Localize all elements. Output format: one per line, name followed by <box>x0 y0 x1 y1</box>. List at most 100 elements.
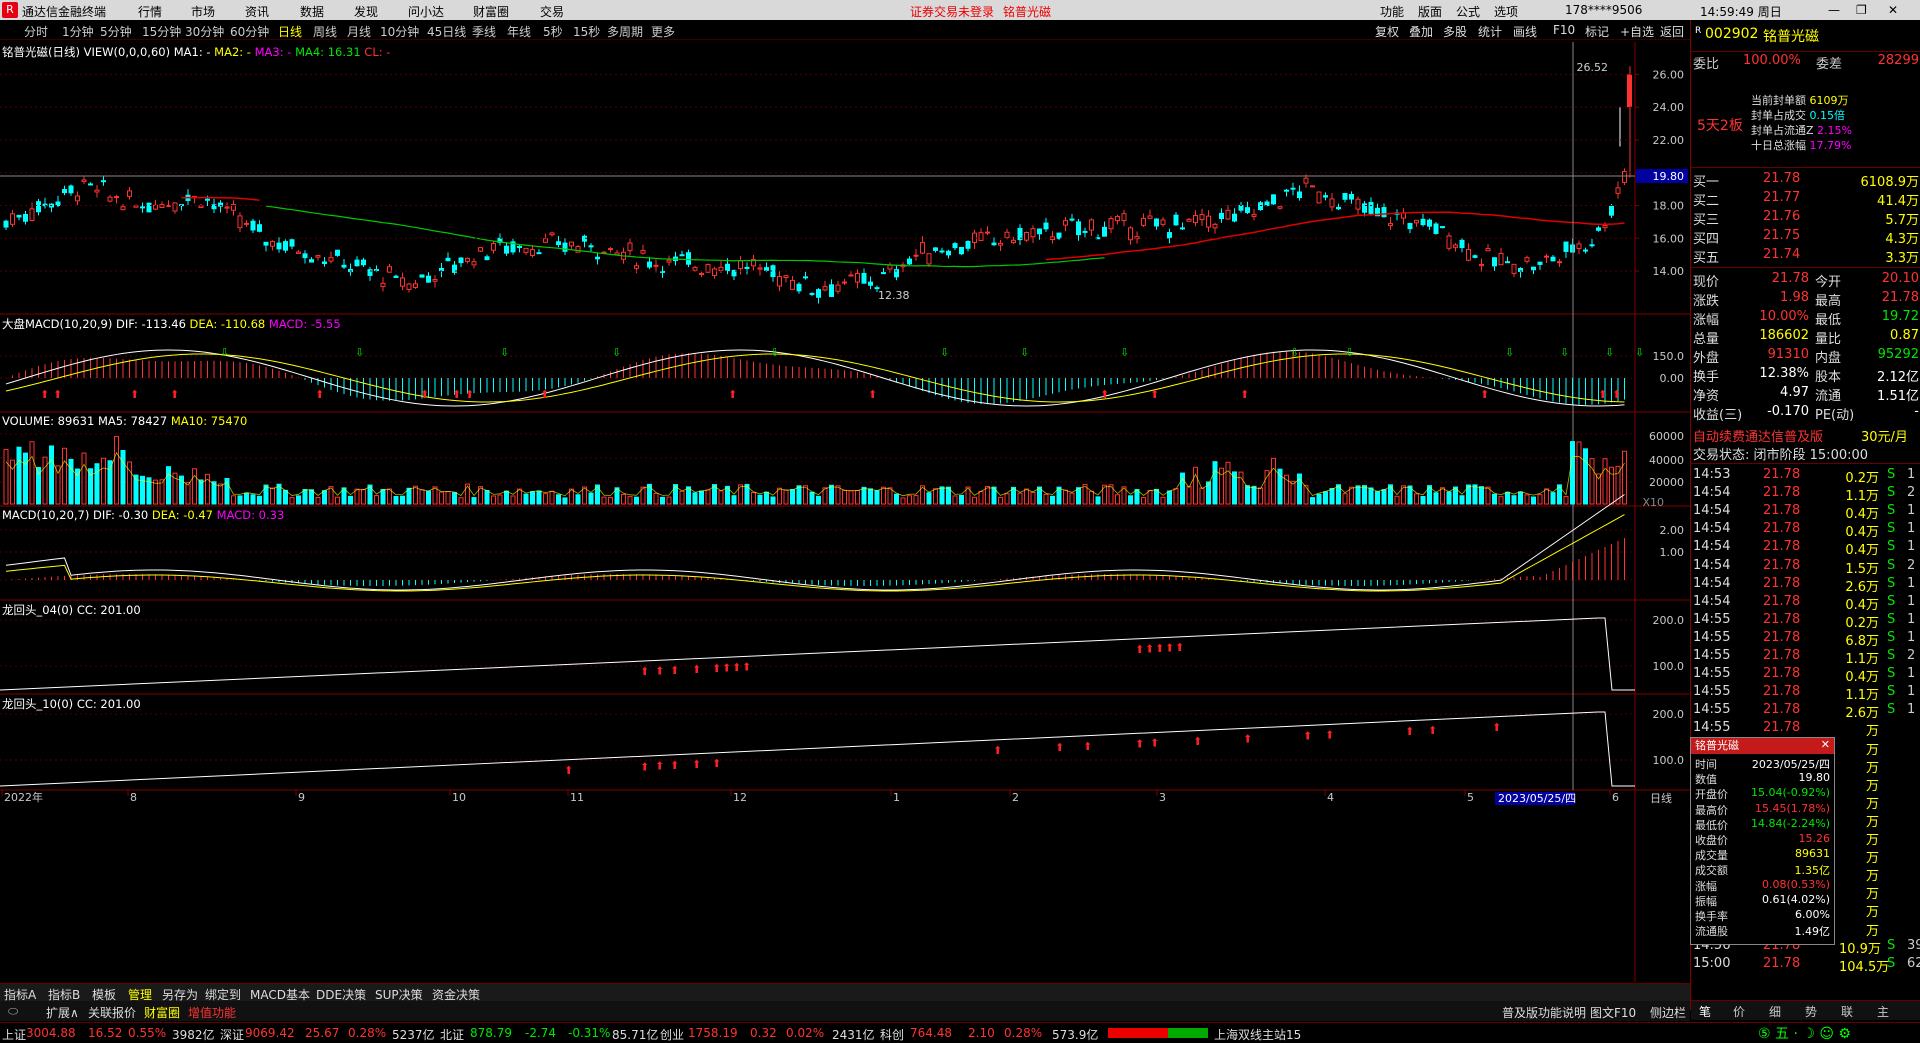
period-1[interactable]: 1分钟 <box>62 23 94 40</box>
toolbar-stats[interactable]: 统计 <box>1478 23 1502 40</box>
sh-label[interactable]: 上证 <box>2 1026 26 1043</box>
period-4[interactable]: 30分钟 <box>185 23 224 40</box>
minimize-icon[interactable]: — <box>1828 3 1840 17</box>
menu-discover[interactable]: 发现 <box>354 3 378 20</box>
cy-label[interactable]: 创业 <box>660 1026 684 1043</box>
toolbar-fuquan[interactable]: 复权 <box>1375 23 1399 40</box>
toolbar-add-fav[interactable]: +自选 <box>1620 23 1654 40</box>
candle-body <box>1407 223 1413 230</box>
sell-arrow-icon: ⇩ <box>1290 346 1299 359</box>
bz-label[interactable]: 北证 <box>440 1026 464 1043</box>
tab-trend[interactable]: 势 <box>1805 1003 1817 1020</box>
buy-arrow-icon: ⬆ <box>1135 737 1144 750</box>
menu-quote[interactable]: 行情 <box>138 3 162 20</box>
toolbar-draw[interactable]: 画线 <box>1513 23 1537 40</box>
menu-market[interactable]: 市场 <box>191 3 215 20</box>
tab-expand[interactable]: 扩展∧ <box>46 1004 79 1021</box>
account-id[interactable]: 178****9506 <box>1565 3 1642 17</box>
period-15[interactable]: 多周期 <box>607 23 643 40</box>
period-13[interactable]: 5秒 <box>543 23 563 40</box>
link-f10[interactable]: 图文F10 <box>1590 1004 1636 1021</box>
candle-body <box>1193 215 1198 224</box>
menu-data[interactable]: 数据 <box>300 3 324 20</box>
link-sidebar[interactable]: 侧边栏 <box>1650 1004 1686 1021</box>
bid-row[interactable]: 买四 21.75 4.3万 <box>1691 227 1920 247</box>
tab-main[interactable]: 主 <box>1877 1003 1889 1020</box>
bid-row[interactable]: 买一 21.78 6108.9万 <box>1691 170 1920 190</box>
period-9[interactable]: 10分钟 <box>380 23 419 40</box>
volume-bar <box>3 448 9 505</box>
period-0[interactable]: 分时 <box>24 23 48 40</box>
toolbar-multi[interactable]: 多股 <box>1443 23 1467 40</box>
period-10[interactable]: 45日线 <box>427 23 466 40</box>
volume-bar <box>900 497 906 505</box>
bid-row[interactable]: 买三 21.76 5.7万 <box>1691 208 1920 228</box>
promo-row[interactable]: 自动续费通达信普及版 30元/月 <box>1691 425 1920 445</box>
tab-price[interactable]: 价 <box>1733 1003 1745 1020</box>
tab-value-added[interactable]: 增值功能 <box>188 1004 236 1021</box>
kc-label[interactable]: 科创 <box>880 1026 904 1043</box>
wubi-icon[interactable]: ⑤ 五 · ☽ ☺ ⚙ <box>1758 1023 1851 1043</box>
tooltip-close-icon[interactable]: ✕ <box>1821 738 1830 751</box>
period-8[interactable]: 月线 <box>347 23 371 40</box>
menu-layout[interactable]: 版面 <box>1418 3 1442 20</box>
tab-related-quote[interactable]: 关联报价 <box>88 1004 136 1021</box>
tab-detail[interactable]: 细 <box>1769 1003 1781 1020</box>
close-icon[interactable]: ✕ <box>1888 3 1898 17</box>
candle-body <box>1316 191 1322 204</box>
date-label: 3 <box>1159 791 1166 804</box>
menu-formula[interactable]: 公式 <box>1456 3 1480 20</box>
server-label[interactable]: 上海双线主站15 <box>1214 1026 1301 1043</box>
sz-pct: 0.28% <box>348 1026 387 1040</box>
toolbar-overlay[interactable]: 叠加 <box>1409 23 1433 40</box>
stat-row: 收益(三) -0.170 PE(动) - <box>1691 403 1920 423</box>
volume-bar <box>94 463 100 505</box>
tab-trades[interactable]: 笔 <box>1699 1003 1711 1020</box>
candle-body <box>1063 220 1068 226</box>
link-feature-desc[interactable]: 普及版功能说明 <box>1502 1004 1586 1021</box>
candle-body <box>1102 226 1107 237</box>
candle-body <box>1024 232 1029 241</box>
chart-area[interactable]: 26.00 24.00 22.00 18.00 16.00 14.00 19.80 26.52… <box>0 42 1690 982</box>
volume-bar <box>393 495 399 505</box>
sz-label[interactable]: 深证 <box>220 1026 244 1043</box>
tooltip-row: 振幅 0.61(4.02%) <box>1691 893 1834 908</box>
maximize-icon[interactable]: ❐ <box>1856 3 1867 17</box>
period-7[interactable]: 周线 <box>313 23 337 40</box>
period-3[interactable]: 15分钟 <box>142 23 181 40</box>
menu-ask[interactable]: 问小达 <box>408 3 444 20</box>
toggle-icon[interactable]: ⬭ <box>8 1004 18 1019</box>
bid-row[interactable]: 买五 21.74 3.3万 <box>1691 246 1920 266</box>
tab-wealth-circle[interactable]: 财富圈 <box>144 1004 180 1021</box>
menu-function[interactable]: 功能 <box>1380 3 1404 20</box>
period-16[interactable]: 更多 <box>651 23 675 40</box>
period-14[interactable]: 15秒 <box>573 23 600 40</box>
volume-bar <box>387 488 392 505</box>
menu-wealth[interactable]: 财富圈 <box>473 3 509 20</box>
candle-body <box>146 202 152 213</box>
bid-volume: 4.3万 <box>1885 232 1919 247</box>
buy-arrow-icon: ⬆ <box>670 759 679 772</box>
menu-options[interactable]: 选项 <box>1494 3 1518 20</box>
bid-row[interactable]: 买二 21.77 41.4万 <box>1691 189 1920 209</box>
period-5[interactable]: 60分钟 <box>230 23 269 40</box>
tick-price: 21.78 <box>1763 666 1801 682</box>
stat-label: 总量 <box>1693 332 1720 347</box>
login-notice[interactable]: 证券交易未登录 <box>910 3 994 20</box>
menu-trade[interactable]: 交易 <box>540 3 564 20</box>
period-2[interactable]: 5分钟 <box>100 23 132 40</box>
tab-link[interactable]: 联 <box>1841 1003 1853 1020</box>
tick-list[interactable]: 14:53 21.78 0.2万 S 1 14:54 21.78 1.1万 S 2… <box>1691 463 1920 975</box>
period-11[interactable]: 季线 <box>472 23 496 40</box>
period-12[interactable]: 年线 <box>507 23 531 40</box>
sh-amount: 3982亿 <box>172 1028 215 1042</box>
toolbar-f10[interactable]: F10 <box>1553 23 1575 37</box>
macd-big-axis-label: 0.00 <box>1660 372 1685 385</box>
menu-news[interactable]: 资讯 <box>245 3 269 20</box>
volume-bar <box>1245 485 1250 505</box>
toolbar-back[interactable]: 返回 <box>1660 23 1684 40</box>
toolbar-mark[interactable]: 标记 <box>1585 23 1609 40</box>
period-6[interactable]: 日线 <box>278 23 302 40</box>
tick-price: 21.78 <box>1763 503 1801 519</box>
cy-change: 0.32 <box>750 1026 777 1040</box>
